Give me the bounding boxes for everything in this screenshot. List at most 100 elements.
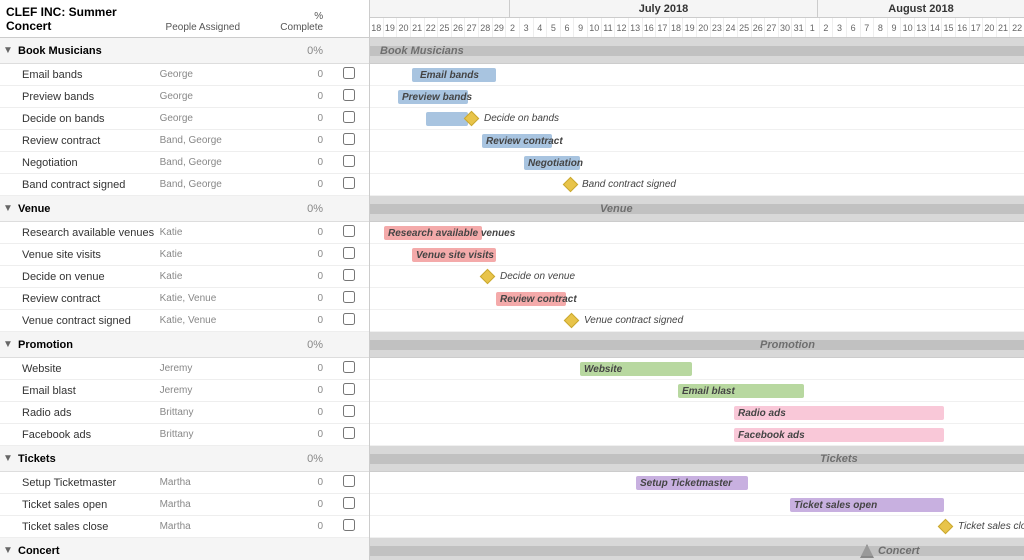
day-cell: 16 — [643, 18, 657, 37]
section-name: Tickets — [16, 453, 269, 465]
day-cell: 14 — [929, 18, 943, 37]
day-cell: 23 — [711, 18, 725, 37]
gantt-task-row: Radio ads — [370, 402, 1024, 424]
day-cell: 20 — [697, 18, 711, 37]
day-cell: 3 — [520, 18, 534, 37]
day-cell: 28 — [479, 18, 493, 37]
task-check[interactable] — [329, 67, 369, 82]
day-cell: 25 — [438, 18, 452, 37]
day-cell: 9 — [888, 18, 902, 37]
task-pct: 0 — [269, 179, 329, 190]
task-row: Review contract Katie, Venue 0 — [0, 288, 369, 310]
gantt-task-row: Venue contract signed — [370, 310, 1024, 332]
gantt-bar-review-contract-1: Review contract — [482, 134, 552, 148]
section-venue[interactable]: ▼ Venue 0% — [0, 196, 369, 222]
task-pct: 0 — [269, 91, 329, 102]
task-check[interactable] — [329, 89, 369, 104]
task-check[interactable] — [329, 519, 369, 534]
section-name: Venue — [16, 203, 269, 215]
app-container: CLEF INC: Summer Concert People Assigned… — [0, 0, 1024, 560]
task-check[interactable] — [329, 269, 369, 284]
toggle-icon[interactable]: ▼ — [0, 45, 16, 56]
task-name: Decide on bands — [0, 113, 160, 125]
task-check[interactable] — [329, 247, 369, 262]
task-check[interactable] — [329, 155, 369, 170]
task-row: Facebook ads Brittany 0 — [0, 424, 369, 446]
task-check[interactable] — [329, 111, 369, 126]
day-cell: 10 — [588, 18, 602, 37]
task-check[interactable] — [329, 427, 369, 442]
gantt-task-row: Ticket sales close — [370, 516, 1024, 538]
gantt-section-row: Book Musicians — [370, 38, 1024, 64]
day-cell: 26 — [452, 18, 466, 37]
gantt-bar-ticket-sales-open: Ticket sales open — [790, 498, 944, 512]
task-pct: 0 — [269, 113, 329, 124]
task-check[interactable] — [329, 225, 369, 240]
task-check[interactable] — [329, 313, 369, 328]
task-check[interactable] — [329, 497, 369, 512]
task-name: Radio ads — [0, 407, 160, 419]
day-cell: 18 — [370, 18, 384, 37]
task-check[interactable] — [329, 361, 369, 376]
section-name: Concert — [16, 545, 269, 557]
day-cell: 19 — [384, 18, 398, 37]
section-promotion[interactable]: ▼ Promotion 0% — [0, 332, 369, 358]
task-row: Research available venues Katie 0 — [0, 222, 369, 244]
day-cell: 18 — [670, 18, 684, 37]
task-row: Negotiation Band, George 0 — [0, 152, 369, 174]
day-cell: 5 — [547, 18, 561, 37]
gantt-task-row: Negotiation — [370, 152, 1024, 174]
task-people: Jeremy — [160, 363, 270, 374]
gantt-task-row: Setup Ticketmaster — [370, 472, 1024, 494]
gantt-task-row: Decide on bands — [370, 108, 1024, 130]
col-pct-header: % Complete — [269, 7, 329, 37]
day-cell: 22 — [1010, 18, 1024, 37]
task-row: Venue contract signed Katie, Venue 0 — [0, 310, 369, 332]
gantt-bar-radio-ads: Radio ads — [734, 406, 944, 420]
task-name: Email blast — [0, 385, 160, 397]
day-cell: 27 — [465, 18, 479, 37]
toggle-icon[interactable]: ▼ — [0, 453, 16, 464]
gantt-task-row: Preview bands — [370, 86, 1024, 108]
day-cell: 6 — [561, 18, 575, 37]
day-cell: 20 — [397, 18, 411, 37]
toggle-icon[interactable]: ▼ — [0, 339, 16, 350]
task-check[interactable] — [329, 475, 369, 490]
gantt-bar-negotiation: Negotiation — [524, 156, 580, 170]
toggle-icon[interactable]: ▼ — [0, 545, 16, 556]
day-cell: 12 — [615, 18, 629, 37]
toggle-icon[interactable]: ▼ — [0, 203, 16, 214]
day-cell: 3 — [833, 18, 847, 37]
task-check[interactable] — [329, 405, 369, 420]
task-people: George — [160, 113, 270, 124]
day-cell: 8 — [874, 18, 888, 37]
day-cell: 30 — [779, 18, 793, 37]
task-name: Website — [0, 363, 160, 375]
day-cell: 21 — [411, 18, 425, 37]
day-cell: 26 — [752, 18, 766, 37]
section-concert[interactable]: ▼ Concert — [0, 538, 369, 560]
task-pct: 0 — [269, 385, 329, 396]
task-check[interactable] — [329, 177, 369, 192]
section-tickets[interactable]: ▼ Tickets 0% — [0, 446, 369, 472]
day-cell: 9 — [574, 18, 588, 37]
task-check[interactable] — [329, 291, 369, 306]
task-row: Ticket sales open Martha 0 — [0, 494, 369, 516]
task-people: Martha — [160, 521, 270, 532]
gantt-section-row-venue: Venue — [370, 196, 1024, 222]
section-book-musicians[interactable]: ▼ Book Musicians 0% — [0, 38, 369, 64]
task-pct: 0 — [269, 429, 329, 440]
day-cell: 4 — [534, 18, 548, 37]
gantt-section-row-concert: Concert — [370, 538, 1024, 560]
task-name: Review contract — [0, 135, 160, 147]
section-pct: 0% — [269, 203, 329, 215]
task-people: Katie, Venue — [160, 315, 270, 326]
gantt-section-row-promotion: Promotion — [370, 332, 1024, 358]
task-check[interactable] — [329, 133, 369, 148]
task-name: Ticket sales close — [0, 521, 160, 533]
task-name: Facebook ads — [0, 429, 160, 441]
task-pct: 0 — [269, 293, 329, 304]
task-check[interactable] — [329, 383, 369, 398]
task-row: Setup Ticketmaster Martha 0 — [0, 472, 369, 494]
task-row: Review contract Band, George 0 — [0, 130, 369, 152]
